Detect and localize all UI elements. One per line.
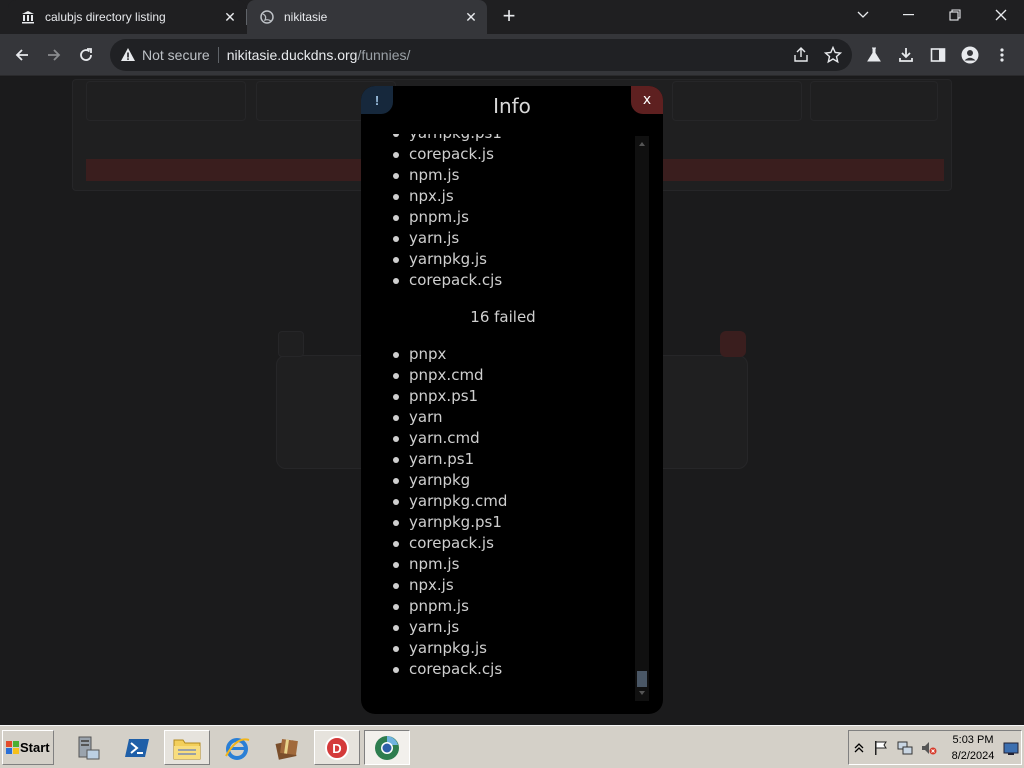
internet-explorer-icon[interactable] — [214, 730, 260, 765]
action-center-flag-icon[interactable] — [873, 740, 889, 756]
address-bar[interactable]: Not secure nikitasie.duckdns.org/funnies… — [110, 39, 852, 71]
modal-scrollbar[interactable] — [635, 136, 649, 701]
new-tab-button[interactable]: + — [498, 5, 520, 28]
clock-date[interactable]: 8/2/2024 — [947, 750, 999, 762]
system-tray: 5:03 PM 8/2/2024 — [848, 730, 1022, 765]
minimize-button[interactable] — [886, 0, 932, 30]
close-tab-icon[interactable]: ✕ — [461, 7, 481, 27]
side-panel-icon[interactable] — [928, 45, 948, 65]
file-explorer-icon[interactable] — [164, 730, 210, 765]
reload-button[interactable] — [72, 41, 100, 69]
forward-button[interactable] — [40, 41, 68, 69]
list-item: yarnpkg.cmd — [393, 491, 633, 512]
list-item: pnpx.cmd — [393, 365, 633, 386]
start-label: Start — [20, 740, 50, 755]
list-item: yarn — [393, 407, 633, 428]
url-path[interactable]: /funnies/ — [357, 47, 410, 63]
close-modal-button[interactable]: x — [631, 86, 663, 114]
list-item: yarnpkg.js — [393, 249, 633, 270]
list-item: corepack.js — [393, 533, 633, 554]
list-item: yarn.js — [393, 617, 633, 638]
back-button[interactable] — [8, 41, 36, 69]
list-item: corepack.js — [393, 144, 633, 165]
volume-muted-icon[interactable] — [921, 740, 937, 756]
network-icon[interactable] — [897, 740, 913, 756]
background-dialog-button — [278, 331, 304, 357]
clock-time[interactable]: 5:03 PM — [947, 734, 999, 746]
failed-heading: 16 failed — [470, 308, 536, 326]
list-item: npx.js — [393, 186, 633, 207]
url-host[interactable]: nikitasie.duckdns.org — [227, 47, 358, 63]
security-label[interactable]: Not secure — [142, 47, 210, 63]
tab-title: nikitasie — [284, 10, 328, 24]
scroll-down-arrow-icon[interactable] — [639, 691, 645, 695]
list-item: pnpm.js — [393, 596, 633, 617]
share-icon[interactable] — [792, 46, 810, 64]
list-item: yarnpkg — [393, 470, 633, 491]
windows-logo-icon — [6, 740, 19, 754]
list-item: pnpm.js — [393, 207, 633, 228]
list-item: yarn.ps1 — [393, 449, 633, 470]
tab-title: calubjs directory listing — [45, 10, 166, 24]
list-item: corepack.cjs — [393, 659, 633, 680]
tab-directory-listing[interactable]: calubjs directory listing ✕ — [8, 0, 246, 34]
archive-icon[interactable] — [264, 730, 310, 765]
close-tab-icon[interactable]: ✕ — [220, 7, 240, 27]
background-card — [810, 81, 938, 121]
labs-flask-icon[interactable] — [864, 45, 884, 65]
list-item: yarnpkg.js — [393, 638, 633, 659]
debug-app-icon[interactable]: D — [314, 730, 360, 765]
list-item: npm.js — [393, 165, 633, 186]
modal-title: Info — [493, 94, 531, 118]
chrome-icon[interactable] — [364, 730, 410, 765]
list-item: npx.js — [393, 575, 633, 596]
tab-nikitasie[interactable]: nikitasie ✕ — [247, 0, 487, 34]
library-icon — [20, 9, 36, 25]
background-dialog-close — [720, 331, 746, 357]
server-manager-icon[interactable] — [64, 730, 110, 765]
download-icon[interactable] — [896, 45, 916, 65]
modal-scroll-area[interactable]: yarnpkg.ps1corepack.jsnpm.jsnpx.jspnpm.j… — [361, 134, 633, 696]
omnibox-divider — [217, 47, 219, 63]
tab-search-chevron-icon[interactable] — [840, 0, 886, 30]
background-card — [86, 81, 246, 121]
svg-text:D: D — [332, 741, 341, 756]
list-item: pnpx — [393, 344, 633, 365]
succeeded-list: yarnpkg.ps1corepack.jsnpm.jsnpx.jspnpm.j… — [361, 134, 633, 291]
show-desktop-icon[interactable] — [1003, 740, 1019, 756]
list-item: corepack.cjs — [393, 270, 633, 291]
list-item: yarnpkg.ps1 — [393, 512, 633, 533]
list-item: yarn.cmd — [393, 428, 633, 449]
tab-bar: calubjs directory listing ✕ nikitasie ✕ … — [0, 0, 1024, 34]
restore-button[interactable] — [932, 0, 978, 30]
profile-icon[interactable] — [960, 45, 980, 65]
globe-icon — [259, 9, 275, 25]
scroll-up-arrow-icon[interactable] — [639, 142, 645, 146]
taskbar: Start D 5:03 PM 8/2/2024 — [0, 725, 1024, 768]
failed-list: pnpx pnpx.cmd pnpx.ps1 yarn yarn.cmd yarn.ps1… — [361, 344, 633, 680]
results-list: yarnpkg.ps1corepack.jsnpm.jsnpx.jspnpm.j… — [361, 134, 633, 680]
warning-icon[interactable] — [120, 47, 136, 63]
list-item: yarn.js — [393, 228, 633, 249]
show-hidden-icons-icon[interactable] — [853, 740, 869, 756]
close-window-button[interactable] — [978, 0, 1024, 30]
scrollbar-thumb[interactable] — [637, 671, 647, 687]
menu-kebab-icon[interactable] — [992, 45, 1012, 65]
list-item: pnpx.ps1 — [393, 386, 633, 407]
info-modal: ! Info x yarnpkg.ps1corepack.jsnpm.jsnpx… — [361, 86, 663, 714]
list-item: yarnpkg.ps1 — [393, 134, 633, 144]
bookmark-star-icon[interactable] — [823, 45, 843, 64]
background-card — [672, 81, 802, 121]
start-button[interactable]: Start — [2, 730, 54, 765]
list-item: npm.js — [393, 554, 633, 575]
browser-toolbar: Not secure nikitasie.duckdns.org/funnies… — [0, 34, 1024, 76]
powershell-icon[interactable] — [114, 730, 160, 765]
